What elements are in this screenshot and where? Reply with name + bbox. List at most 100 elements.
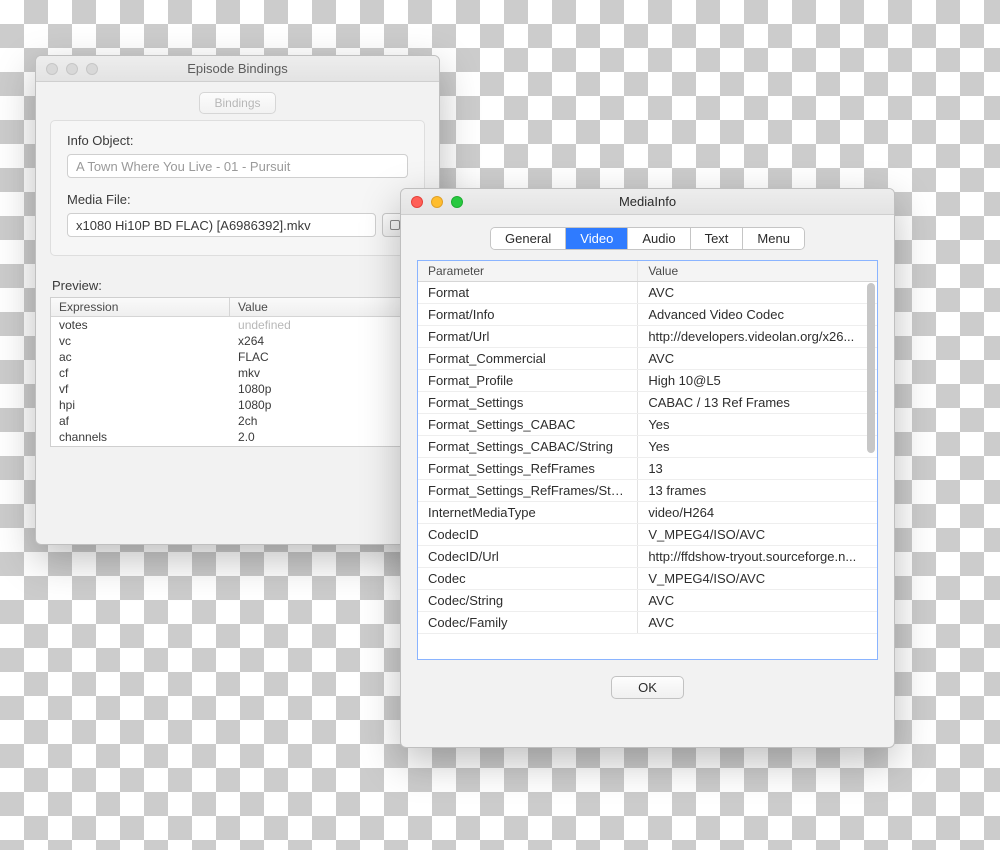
table-row[interactable]: Format/Urlhttp://developers.videolan.org… [418, 326, 877, 348]
window-icon [390, 220, 400, 230]
titlebar[interactable]: Episode Bindings [36, 56, 439, 82]
media-file-label: Media File: [67, 192, 408, 207]
close-icon[interactable] [46, 63, 58, 75]
parameter-cell: Format/Info [418, 304, 638, 325]
value-cell: Yes [638, 436, 877, 457]
value-cell: 1080p [230, 381, 424, 397]
parameter-cell: CodecID [418, 524, 638, 545]
minimize-icon[interactable] [66, 63, 78, 75]
preview-header-value[interactable]: Value [230, 298, 424, 316]
value-cell: CABAC / 13 Ref Frames [638, 392, 877, 413]
table-row[interactable]: cfmkv [51, 365, 424, 381]
value-cell: http://ffdshow-tryout.sourceforge.n... [638, 546, 877, 567]
scrollbar-thumb[interactable] [867, 283, 875, 453]
bindings-segment[interactable]: Bindings [199, 92, 275, 114]
traffic-lights [46, 63, 98, 75]
table-row[interactable]: Format_CommercialAVC [418, 348, 877, 370]
table-row[interactable]: vcx264 [51, 333, 424, 349]
tab-menu[interactable]: Menu [743, 228, 804, 249]
table-row[interactable]: acFLAC [51, 349, 424, 365]
value-cell: V_MPEG4/ISO/AVC [638, 568, 877, 589]
parameter-cell: Codec [418, 568, 638, 589]
table-row[interactable]: Format_Settings_RefFrames/String13 frame… [418, 480, 877, 502]
table-row[interactable]: votesundefined [51, 317, 424, 333]
episode-bindings-window: Episode Bindings Bindings Info Object: M… [35, 55, 440, 545]
value-cell: 13 [638, 458, 877, 479]
table-row[interactable]: Format_SettingsCABAC / 13 Ref Frames [418, 392, 877, 414]
table-row[interactable]: CodecV_MPEG4/ISO/AVC [418, 568, 877, 590]
value-cell: 1080p [230, 397, 424, 413]
table-row[interactable]: vf1080p [51, 381, 424, 397]
table-row[interactable]: CodecIDV_MPEG4/ISO/AVC [418, 524, 877, 546]
value-cell: AVC [638, 590, 877, 611]
minimize-icon[interactable] [431, 196, 443, 208]
ok-button[interactable]: OK [611, 676, 684, 699]
table-row[interactable]: resolution1920x1080 [51, 445, 424, 447]
tab-audio[interactable]: Audio [628, 228, 690, 249]
tab-text[interactable]: Text [691, 228, 744, 249]
expression-cell: channels [51, 429, 230, 445]
expression-cell: ac [51, 349, 230, 365]
traffic-lights [411, 196, 463, 208]
value-cell: mkv [230, 365, 424, 381]
zoom-icon[interactable] [86, 63, 98, 75]
value-cell: AVC [638, 282, 877, 303]
value-cell: undefined [230, 317, 424, 333]
parameter-cell: Format [418, 282, 638, 303]
value-cell: 1920x1080 [230, 445, 424, 447]
mediainfo-grid[interactable]: Parameter Value FormatAVCFormat/InfoAdva… [417, 260, 878, 660]
parameter-cell: Format_Settings_CABAC/String [418, 436, 638, 457]
parameter-cell: Format_Settings_RefFrames/String [418, 480, 638, 501]
parameter-cell: Codec/Family [418, 612, 638, 633]
value-cell: AVC [638, 612, 877, 633]
parameter-cell: InternetMediaType [418, 502, 638, 523]
table-row[interactable]: Format/InfoAdvanced Video Codec [418, 304, 877, 326]
parameter-cell: Format/Url [418, 326, 638, 347]
parameter-cell: CodecID/Url [418, 546, 638, 567]
zoom-icon[interactable] [451, 196, 463, 208]
table-row[interactable]: hpi1080p [51, 397, 424, 413]
table-row[interactable]: FormatAVC [418, 282, 877, 304]
parameter-cell: Format_Profile [418, 370, 638, 391]
table-row[interactable]: Format_Settings_RefFrames13 [418, 458, 877, 480]
value-cell: Advanced Video Codec [638, 304, 877, 325]
value-cell: x264 [230, 333, 424, 349]
preview-header-expression[interactable]: Expression [51, 298, 230, 316]
table-row[interactable]: Codec/FamilyAVC [418, 612, 877, 634]
preview-label: Preview: [52, 278, 423, 293]
expression-cell: cf [51, 365, 230, 381]
expression-cell: votes [51, 317, 230, 333]
table-row[interactable]: Format_Settings_CABACYes [418, 414, 877, 436]
table-row[interactable]: Codec/StringAVC [418, 590, 877, 612]
table-row[interactable]: channels2.0 [51, 429, 424, 445]
mediainfo-window: MediaInfo GeneralVideoAudioTextMenu Para… [400, 188, 895, 748]
tab-general[interactable]: General [491, 228, 566, 249]
value-cell: High 10@L5 [638, 370, 877, 391]
titlebar[interactable]: MediaInfo [401, 189, 894, 215]
info-object-field[interactable] [67, 154, 408, 178]
value-cell: http://developers.videolan.org/x26... [638, 326, 877, 347]
table-row[interactable]: Format_ProfileHigh 10@L5 [418, 370, 877, 392]
preview-table[interactable]: Expression Value votesundefinedvcx264acF… [50, 297, 425, 447]
value-cell: 2.0 [230, 429, 424, 445]
grid-header-value[interactable]: Value [638, 261, 877, 281]
media-file-field[interactable] [67, 213, 376, 237]
table-row[interactable]: Format_Settings_CABAC/StringYes [418, 436, 877, 458]
value-cell: video/H264 [638, 502, 877, 523]
grid-header-parameter[interactable]: Parameter [418, 261, 638, 281]
table-row[interactable]: InternetMediaTypevideo/H264 [418, 502, 877, 524]
parameter-cell: Format_Settings [418, 392, 638, 413]
parameter-cell: Format_Commercial [418, 348, 638, 369]
table-row[interactable]: af2ch [51, 413, 424, 429]
bindings-well: Info Object: Media File: [50, 120, 425, 256]
close-icon[interactable] [411, 196, 423, 208]
tab-video[interactable]: Video [566, 228, 628, 249]
segment-control: Bindings [36, 82, 439, 120]
expression-cell: resolution [51, 445, 230, 447]
value-cell: Yes [638, 414, 877, 435]
value-cell: AVC [638, 348, 877, 369]
parameter-cell: Format_Settings_CABAC [418, 414, 638, 435]
parameter-cell: Codec/String [418, 590, 638, 611]
expression-cell: vc [51, 333, 230, 349]
table-row[interactable]: CodecID/Urlhttp://ffdshow-tryout.sourcef… [418, 546, 877, 568]
